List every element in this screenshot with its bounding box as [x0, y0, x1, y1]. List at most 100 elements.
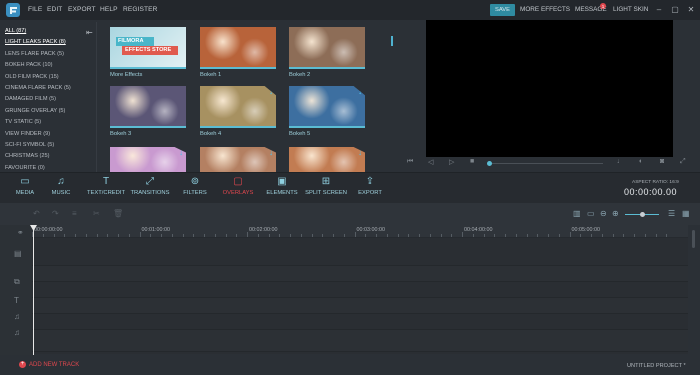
tool-text-credit[interactable]: T TEXT/CREDIT	[81, 176, 131, 196]
effect-label: Bokeh 5	[289, 131, 311, 137]
timeline-track[interactable]	[32, 314, 688, 330]
timeline-tracks[interactable]	[32, 238, 688, 354]
tool-label: OVERLAYS	[222, 190, 254, 196]
category-item[interactable]: OLD FILM PACK (15)	[5, 74, 59, 80]
preview-progress-handle[interactable]	[487, 161, 492, 166]
category-item[interactable]: CINEMA FLARE PACK (5)	[5, 85, 71, 91]
close-icon[interactable]: ✕	[686, 4, 696, 15]
volume-icon[interactable]: ◖	[638, 158, 642, 165]
minimize-icon[interactable]: –	[654, 4, 664, 15]
tool-music[interactable]: ♫ MUSIC	[36, 176, 86, 196]
download-icon[interactable]: ↓	[358, 87, 362, 96]
timeline-toolbar	[0, 203, 700, 225]
preview-controls	[400, 157, 700, 171]
delete-icon[interactable]: 🗑	[113, 209, 123, 218]
category-item[interactable]: ALL (87)	[5, 28, 26, 34]
fullscreen-icon[interactable]: ⤢	[680, 158, 686, 166]
effect-thumbnail[interactable]	[110, 86, 186, 128]
tool-label: TEXT/CREDIT	[86, 190, 125, 196]
library-scrollbar[interactable]	[391, 36, 393, 46]
menu-edit[interactable]: EDIT	[47, 6, 62, 13]
ruler-tick	[365, 234, 367, 237]
grid-view-icon[interactable]: ▦	[682, 209, 690, 218]
fit-icon[interactable]: ▭	[587, 209, 595, 218]
timeline-track[interactable]	[32, 298, 688, 314]
category-item[interactable]: LENS FLARE PACK (5)	[5, 51, 64, 57]
video-track-icon: ▤	[14, 249, 22, 258]
category-item[interactable]: FAVOURITE (0)	[5, 165, 45, 171]
stop-icon[interactable]: ■	[470, 158, 474, 165]
playhead-line[interactable]	[33, 226, 34, 356]
zoom-slider-handle[interactable]	[640, 212, 645, 217]
timeline-track[interactable]	[32, 282, 688, 298]
zoom-out-icon[interactable]: ⊖	[600, 209, 607, 218]
adjust-icon[interactable]: ≡	[72, 209, 77, 218]
category-item[interactable]: GRUNGE OVERLAY (5)	[5, 108, 65, 114]
ruler-tick-label: 00:05:00:00	[571, 227, 600, 233]
effect-thumbnail[interactable]: FILMORA EFFECTS STORE	[110, 27, 186, 69]
prev-frame-icon[interactable]: ◁	[428, 158, 433, 166]
timeline-track[interactable]	[32, 238, 688, 266]
tool-transitions[interactable]: ⤢ TRANSITIONS	[125, 176, 175, 196]
tool-split-screen[interactable]: ⊞ SPLIT SCREEN	[301, 176, 351, 196]
menu-export[interactable]: EXPORT	[68, 6, 96, 13]
download-icon[interactable]: ↓	[269, 148, 273, 157]
redo-icon[interactable]: ↷	[52, 209, 59, 218]
tool-export[interactable]: ⇪ EXPORT	[345, 176, 395, 196]
ruler-tick	[601, 234, 603, 237]
effect-thumbnail[interactable]	[200, 27, 276, 69]
ruler-tick	[644, 234, 646, 237]
download-icon[interactable]: ↓	[269, 87, 273, 96]
back-arrow-icon[interactable]: ⇤	[86, 28, 93, 37]
menu-file[interactable]: FILE	[28, 6, 42, 13]
light-skin-link[interactable]: LIGHT SKIN	[613, 6, 648, 13]
play-icon[interactable]: ▷	[449, 158, 454, 166]
category-item[interactable]: TV STATIC (5)	[5, 119, 41, 125]
snapshot-icon[interactable]: ◙	[660, 158, 664, 165]
category-item[interactable]: CHRISTMAS (25)	[5, 153, 49, 159]
ruler-tick	[558, 234, 560, 237]
thumbnail-underline	[110, 67, 186, 69]
transitions-icon: ⤢	[146, 176, 154, 187]
maximize-icon[interactable]: ▢	[670, 4, 680, 15]
effect-thumbnail[interactable]: ↓	[200, 86, 276, 128]
timeline-ruler[interactable]: 00:00:00:00 00:01:00:00 00:02:00:00 00:03:0…	[32, 225, 688, 238]
download-icon[interactable]: ↓	[179, 148, 183, 157]
zoom-in-icon[interactable]: ⊕	[612, 209, 619, 218]
category-item[interactable]: SCI-FI SYMBOL (5)	[5, 142, 54, 148]
tool-label: ELEMENTS	[266, 190, 298, 196]
tool-overlays[interactable]: ▢ OVERLAYS	[213, 176, 263, 196]
ruler-tick	[569, 232, 571, 237]
effect-thumbnail[interactable]: ↓	[289, 86, 365, 128]
cut-icon[interactable]: ✂	[93, 209, 100, 218]
add-track-icon[interactable]: +	[19, 361, 26, 368]
menu-help[interactable]: HELP	[100, 6, 118, 13]
category-item[interactable]: BOKEH PACK (10)	[5, 62, 52, 68]
thumbnail-underline	[289, 126, 365, 128]
timeline-track[interactable]	[32, 330, 688, 352]
timeline-track[interactable]	[32, 266, 688, 282]
effect-thumbnail[interactable]: ↓	[200, 147, 276, 172]
timeline-scroll-thumb[interactable]	[692, 230, 695, 248]
link-icon[interactable]: ⚭	[17, 228, 24, 237]
undo-icon[interactable]: ↶	[33, 209, 40, 218]
effect-thumbnail[interactable]: ↓	[110, 147, 186, 172]
more-effects-link[interactable]: MORE EFFECTS	[520, 6, 570, 13]
effect-thumbnail[interactable]	[289, 27, 365, 69]
microphone-icon[interactable]: ♩	[617, 158, 624, 165]
save-button[interactable]: SAVE	[490, 4, 515, 16]
menu-register[interactable]: REGISTER	[123, 6, 158, 13]
tool-elements[interactable]: ▣ ELEMENTS	[257, 176, 307, 196]
ruler-tick	[408, 234, 410, 237]
category-item[interactable]: VIEW FINDER (9)	[5, 131, 50, 137]
category-item[interactable]: LIGHT LEAKS PACK (8)	[5, 39, 66, 45]
category-item[interactable]: DAMAGED FILM (5)	[5, 96, 56, 102]
preview-progress-track[interactable]	[488, 163, 603, 164]
audio-mixer-icon[interactable]: ▥	[573, 209, 581, 218]
ruler-tick	[322, 234, 324, 237]
list-view-icon[interactable]: ☰	[668, 209, 675, 218]
effect-thumbnail[interactable]: ↓	[289, 147, 365, 172]
add-new-track-button[interactable]: ADD NEW TRACK	[29, 362, 79, 368]
download-icon[interactable]: ↓	[358, 148, 362, 157]
skip-back-icon[interactable]: ⏮	[407, 158, 413, 166]
